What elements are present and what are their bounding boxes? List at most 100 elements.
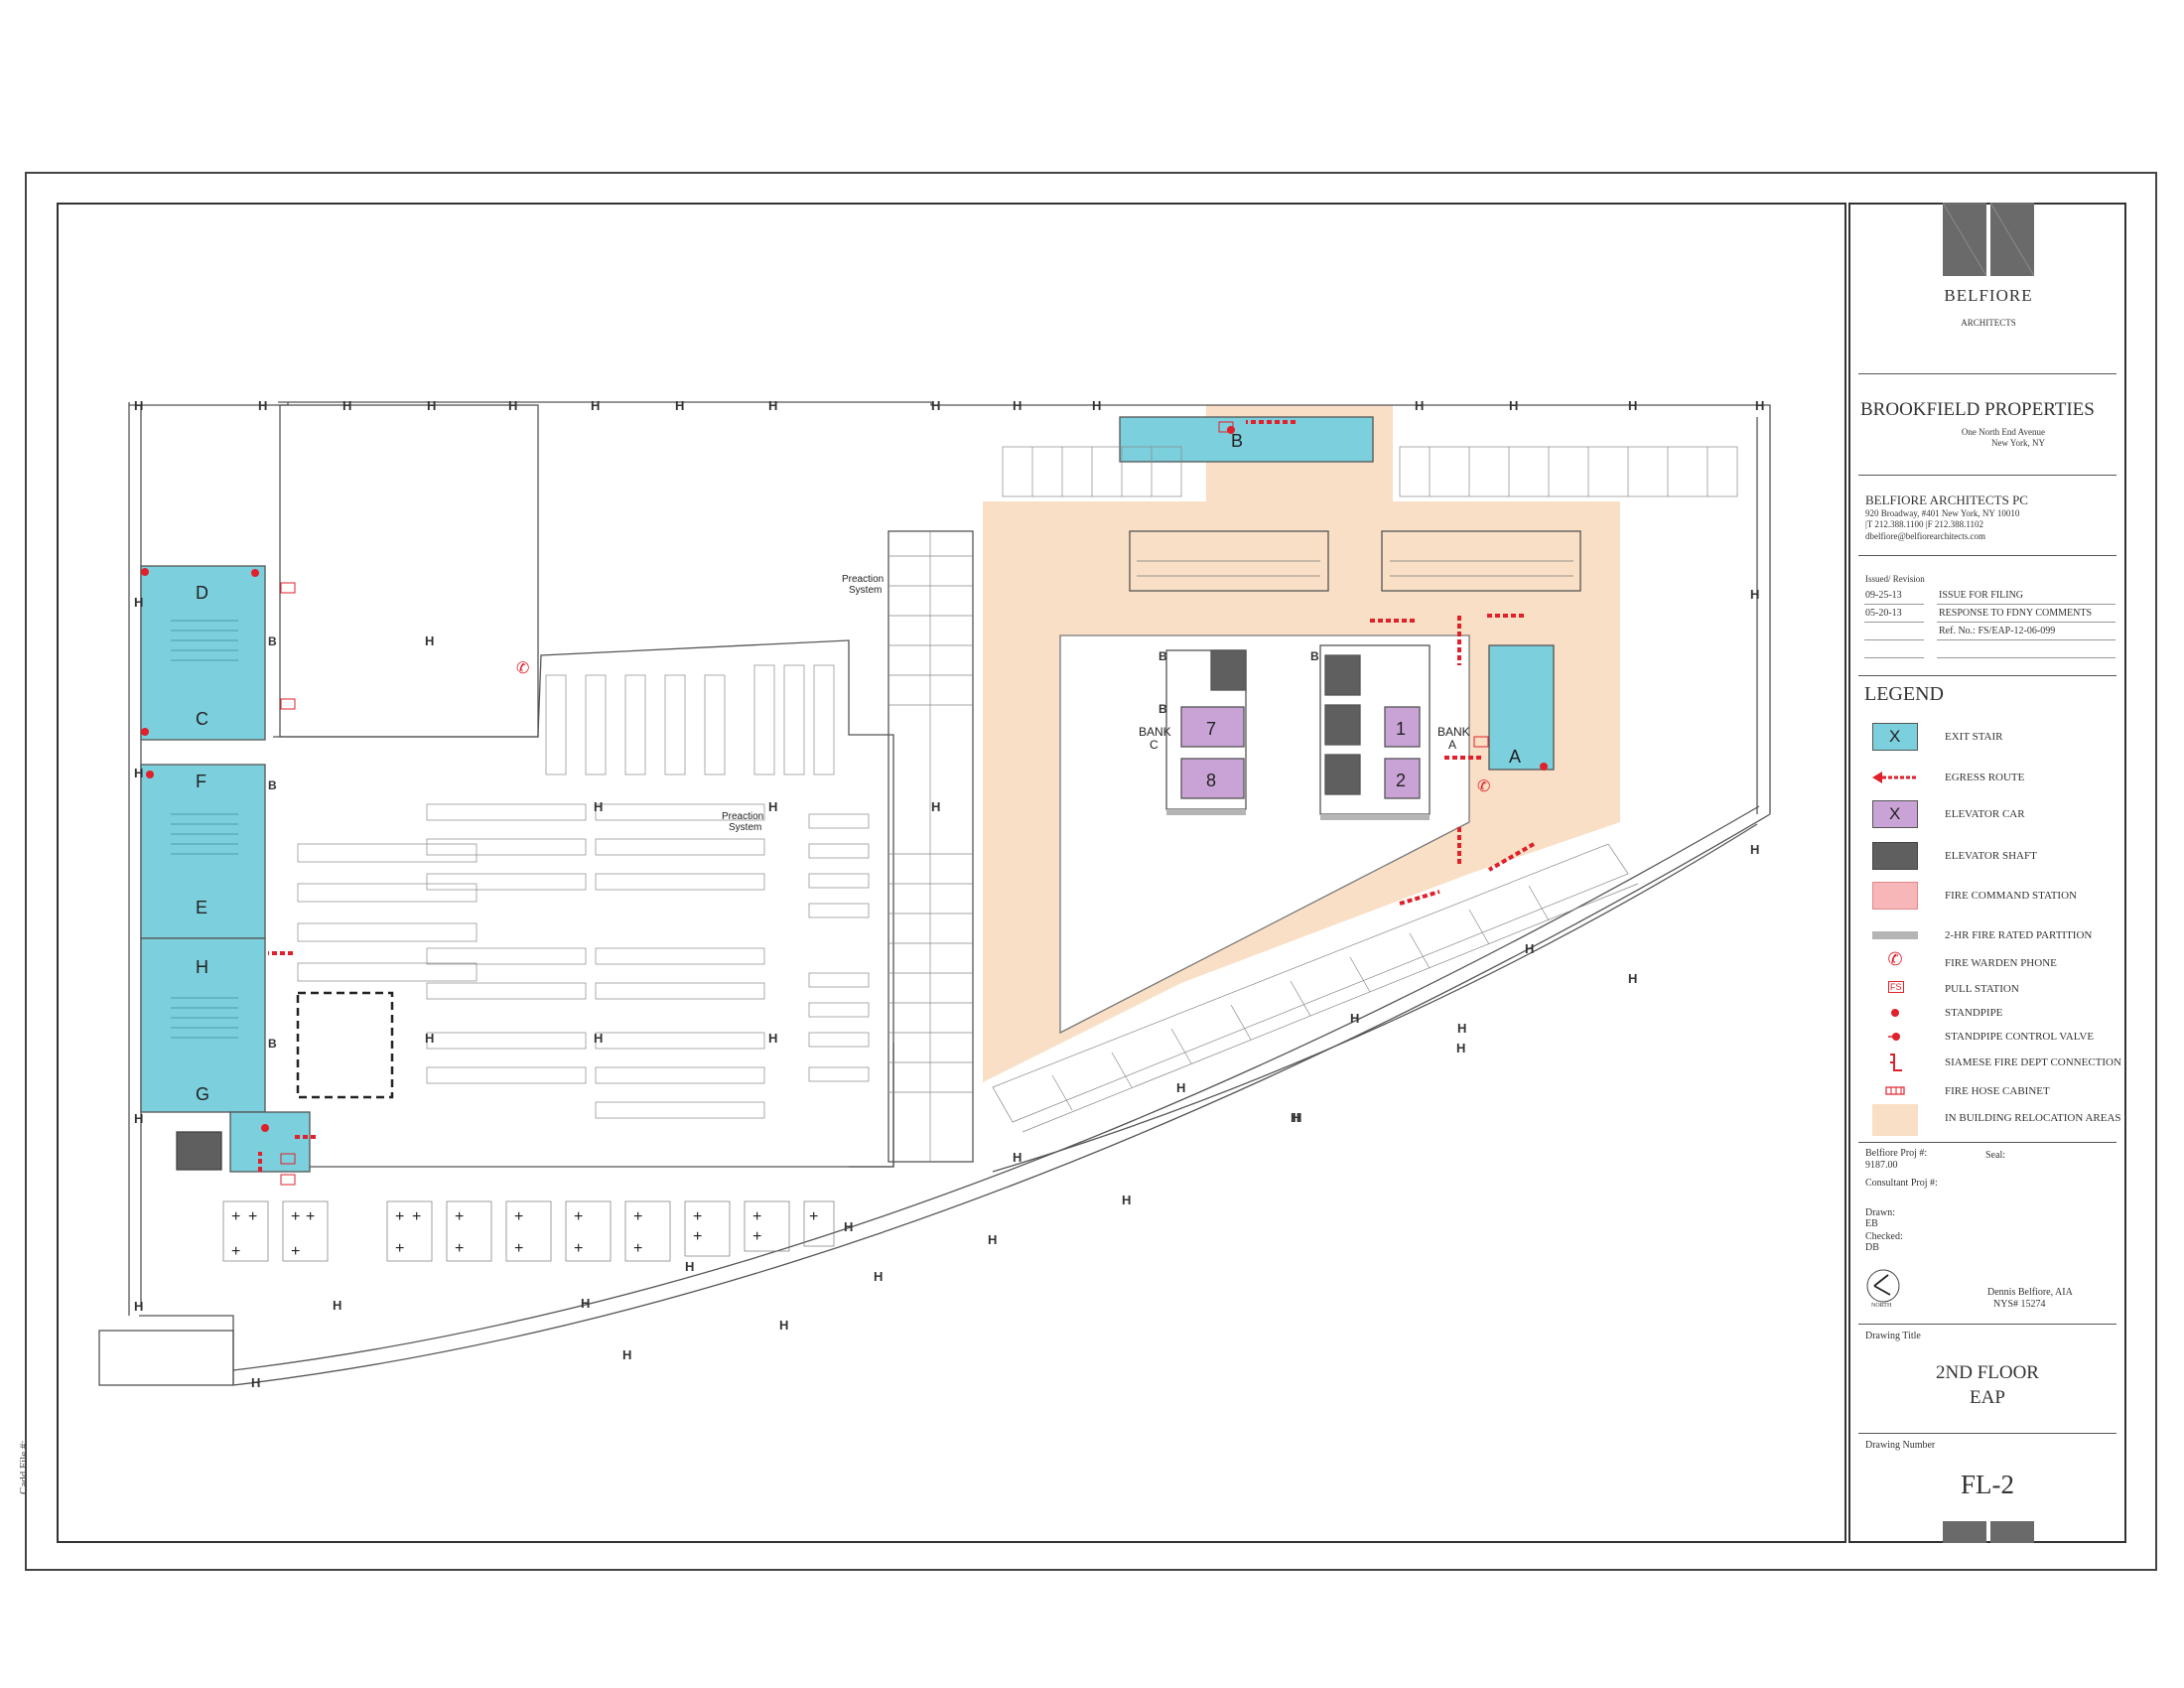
svg-text:+: + [395,1208,404,1225]
svg-text:H: H [1013,1150,1022,1165]
svg-text:H: H [768,1031,777,1046]
footer-logo [1943,1521,2034,1543]
svg-text:B: B [268,1037,277,1051]
svg-text:H: H [251,1375,260,1390]
svg-text:H: H [134,398,143,413]
rev-rule-3b [1937,639,2116,640]
svg-text:+: + [693,1208,702,1225]
revision-1-date: 09-25-13 [1865,590,1902,601]
svg-text:H: H [622,1347,631,1362]
svg-text:H: H [1628,398,1637,413]
svg-text:H: H [425,633,434,648]
svg-text:+: + [231,1243,240,1260]
stair-G-landing [229,1111,311,1173]
client-addr-1: One North End Avenue [1961,427,2045,437]
svg-text:H: H [685,1259,694,1274]
proj-value: 9187.00 [1865,1160,1898,1171]
svg-text:H: H [591,398,600,413]
ref-no: Ref. No.: FS/EAP-12-06-099 [1939,626,2056,636]
svg-text:+: + [752,1228,761,1245]
tb-rule-7 [1858,1433,2116,1434]
preaction-label-1b: System [849,585,882,596]
svg-text:H: H [1750,842,1759,857]
tb-rule-4 [1858,675,2116,676]
svg-text:H: H [1628,971,1637,986]
stair-label-C: C [196,709,208,729]
stair-label-B: B [1231,431,1243,451]
stair-label-A: A [1509,747,1521,767]
svg-text:H: H [779,1318,788,1333]
revision-2-date: 05-20-13 [1865,608,1902,619]
consultant-label: Consultant Proj #: [1865,1178,1938,1189]
svg-text:H: H [844,1219,853,1234]
egress-arrow-icon [1872,772,1918,783]
architect-addr: 920 Broadway, #401 New York, NY 10010 [1865,508,2020,518]
svg-text:H: H [427,398,436,413]
checked-label: Checked: [1865,1231,1903,1242]
elevator-shaft-swatch [1872,842,1918,870]
fire-partition-swatch [1872,931,1918,939]
drawing-title-label: Drawing Title [1865,1331,1921,1341]
svg-text:+: + [574,1208,583,1225]
svg-text:H: H [1415,398,1424,413]
svg-text:+: + [633,1208,642,1225]
svg-text:H: H [581,1296,590,1311]
elevator-shaft-c [1210,649,1247,691]
tb-rule-1 [1858,373,2116,374]
fire-command-swatch [1872,882,1918,910]
drawn-label: Drawn: [1865,1207,1895,1218]
svg-text:+: + [752,1208,761,1225]
svg-text:✆: ✆ [1477,778,1490,795]
svg-text:H: H [1755,398,1764,413]
drawing-title-1: 2ND FLOOR [1936,1362,2039,1383]
tb-rule-6 [1858,1324,2116,1325]
car-label-8: 8 [1206,771,1216,790]
svg-text:H: H [1350,1011,1359,1026]
north-label: NORTH [1871,1303,1892,1309]
svg-text:H: H [134,1111,143,1126]
svg-text:B: B [268,778,277,792]
svg-text:H: H [134,766,143,780]
client-addr-2: New York, NY [1990,438,2045,448]
svg-text:+: + [514,1240,523,1257]
svg-text:+: + [514,1208,523,1225]
svg-text:H: H [342,398,351,413]
stair-label-H: H [196,957,208,977]
drawing-number: FL-2 [1961,1470,2014,1499]
bank-c-label-1: BANK [1139,725,1171,739]
floor-plan: + + + + + ++ + + + + + + + + + + + + ++ + HHHHH HHHHH … [98,398,1771,1390]
svg-text:+: + [306,1208,315,1225]
relocation-swatch [1872,1104,1918,1136]
svg-text:+: + [248,1208,257,1225]
open-office-boundary [273,639,894,1168]
architect-phone: |T 212.388.1100 |F 212.388.1102 [1865,519,1984,529]
revision-1-desc: ISSUE FOR FILING [1939,590,2024,601]
bank-a-label-2: A [1448,738,1456,752]
svg-text:H: H [1525,941,1534,956]
tb-rule-3 [1858,555,2116,556]
svg-text:H: H [1457,1021,1466,1036]
stair-label-F: F [196,772,206,791]
svg-text:+: + [291,1208,300,1225]
signer-name: Dennis Belfiore, AIA [1987,1287,2073,1298]
elevator-shaft-a1 [1324,654,1361,696]
svg-text:+: + [395,1240,404,1257]
svg-text:H: H [1092,398,1101,413]
legend-relocation-area: IN BUILDING RELOCATION AREAS [1872,1104,2130,1140]
svg-text:H: H [1013,398,1022,413]
svg-text:H: H [1456,1041,1465,1055]
svg-text:H: H [333,1298,341,1313]
southwest-corner [139,1315,234,1385]
svg-text:H: H [134,1299,143,1314]
svg-text:H: H [874,1269,883,1284]
bank-c-label-2: C [1150,738,1159,752]
stair-label-D: D [196,583,208,603]
drawing-title-2: EAP [1970,1387,2005,1408]
legend-title: LEGEND [1864,683,1944,705]
svg-text:H: H [675,398,684,413]
exit-stair-swatch: X [1872,723,1918,751]
stair-A [1488,644,1555,771]
svg-text:B: B [268,634,277,648]
signer-license: NYS# 15274 [1993,1299,2046,1310]
dashed-room [296,991,394,1099]
